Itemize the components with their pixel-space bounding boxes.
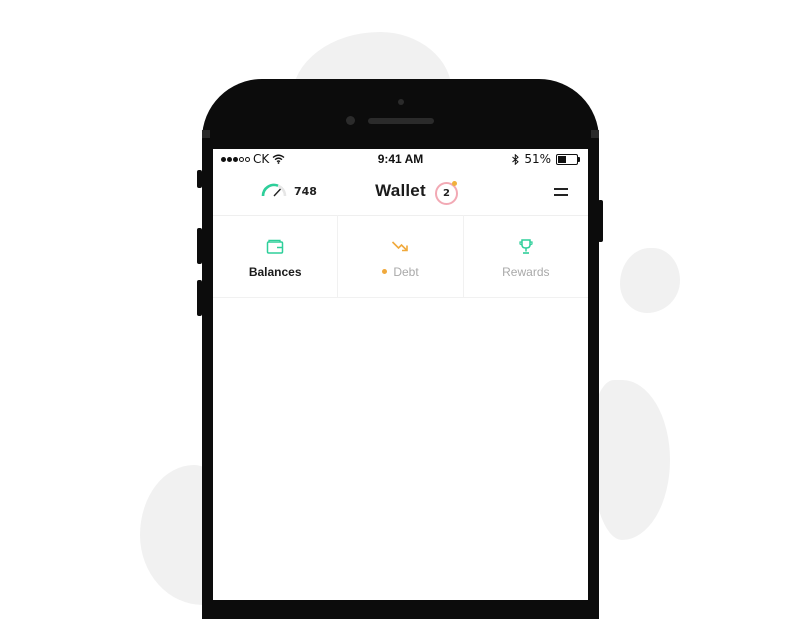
wallet-icon bbox=[266, 239, 284, 254]
battery-icon bbox=[556, 153, 580, 165]
antenna-band bbox=[202, 130, 210, 138]
tab-label-rewards: Rewards bbox=[502, 265, 550, 279]
tab-debt[interactable]: Debt bbox=[338, 215, 464, 297]
notification-dot bbox=[452, 181, 457, 186]
background-blob bbox=[590, 380, 670, 540]
status-bar: CK 9:41 AM 51% bbox=[213, 149, 588, 169]
background-blob bbox=[620, 248, 680, 313]
front-camera bbox=[346, 116, 355, 125]
antenna-band bbox=[591, 130, 599, 138]
battery-percent: 51% bbox=[524, 152, 551, 166]
earpiece-speaker bbox=[368, 118, 434, 124]
wallet-tabs: Balances Debt Rewards bbox=[213, 215, 588, 298]
app-header: 748 Wallet 2 bbox=[213, 169, 588, 216]
tab-label-debt: Debt bbox=[338, 265, 462, 279]
tab-label-debt-text: Debt bbox=[393, 265, 419, 279]
phone-screen: CK 9:41 AM 51% 748 Wallet 2 Balances Deb… bbox=[213, 149, 588, 600]
page-title: Wallet bbox=[375, 181, 426, 200]
bluetooth-icon bbox=[512, 153, 520, 165]
hamburger-menu-icon[interactable] bbox=[554, 188, 568, 196]
tab-balances[interactable]: Balances bbox=[213, 215, 339, 297]
tab-label-balances: Balances bbox=[248, 265, 302, 279]
proximity-sensor bbox=[398, 99, 404, 105]
trophy-icon bbox=[519, 239, 533, 254]
tab-rewards[interactable]: Rewards bbox=[464, 215, 588, 297]
trend-down-icon bbox=[392, 241, 409, 252]
alert-dot bbox=[382, 269, 388, 275]
